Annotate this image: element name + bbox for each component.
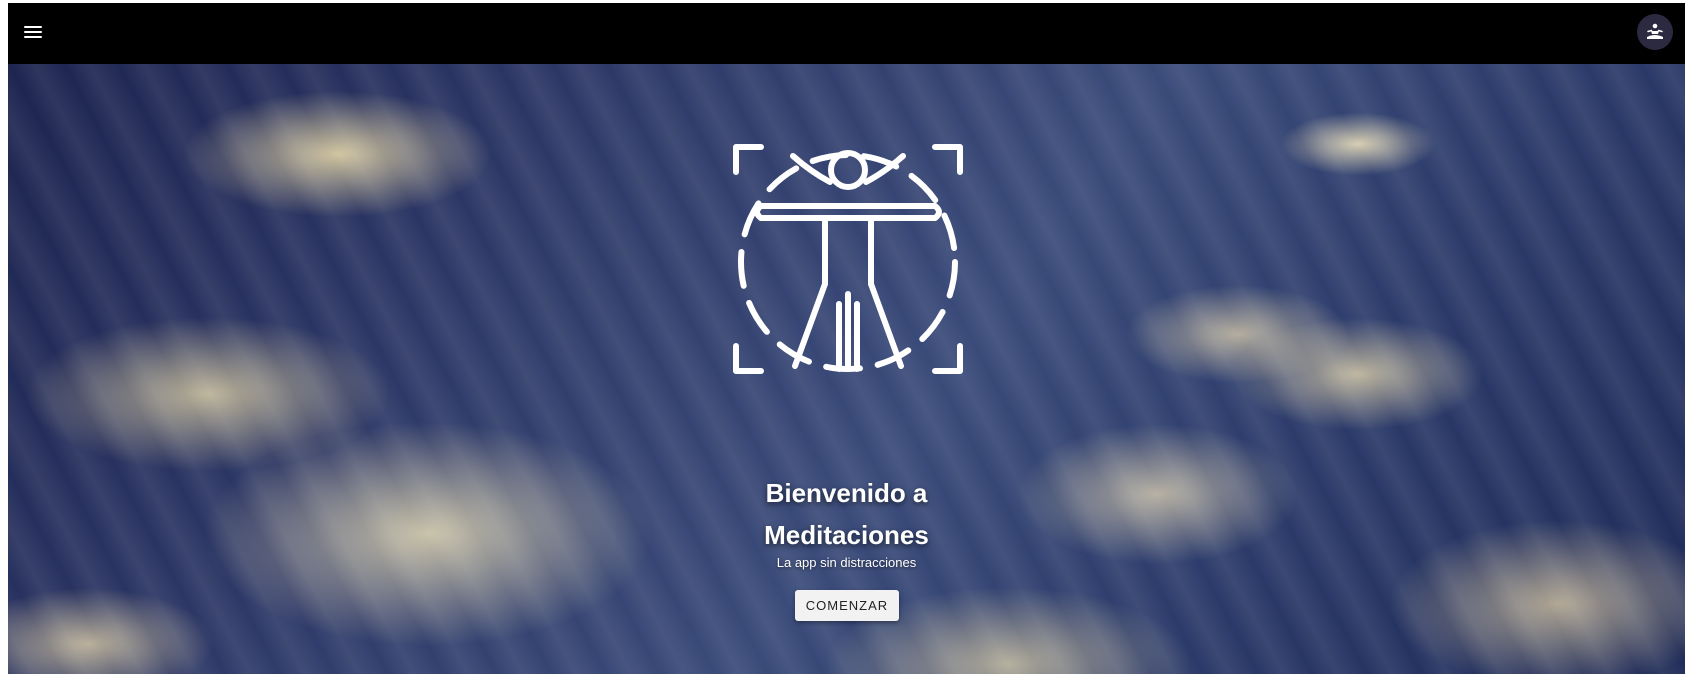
app-root: Bienvenido a Meditaciones La app sin dis… [8, 3, 1685, 674]
meditation-person-icon [1647, 23, 1663, 39]
welcome-title-line1: Bienvenido a [765, 478, 928, 508]
hamburger-menu-icon[interactable] [22, 21, 44, 43]
hero-section: Bienvenido a Meditaciones La app sin dis… [8, 64, 1685, 674]
welcome-subtitle: La app sin distracciones [776, 555, 917, 570]
welcome-title-line2: Meditaciones [764, 520, 929, 550]
profile-avatar-button[interactable] [1637, 14, 1673, 50]
vitruvian-man-icon [733, 144, 963, 374]
welcome-title: Bienvenido a Meditaciones [8, 472, 1685, 556]
top-app-bar [8, 3, 1685, 64]
start-button[interactable]: COMENZAR [795, 590, 899, 621]
